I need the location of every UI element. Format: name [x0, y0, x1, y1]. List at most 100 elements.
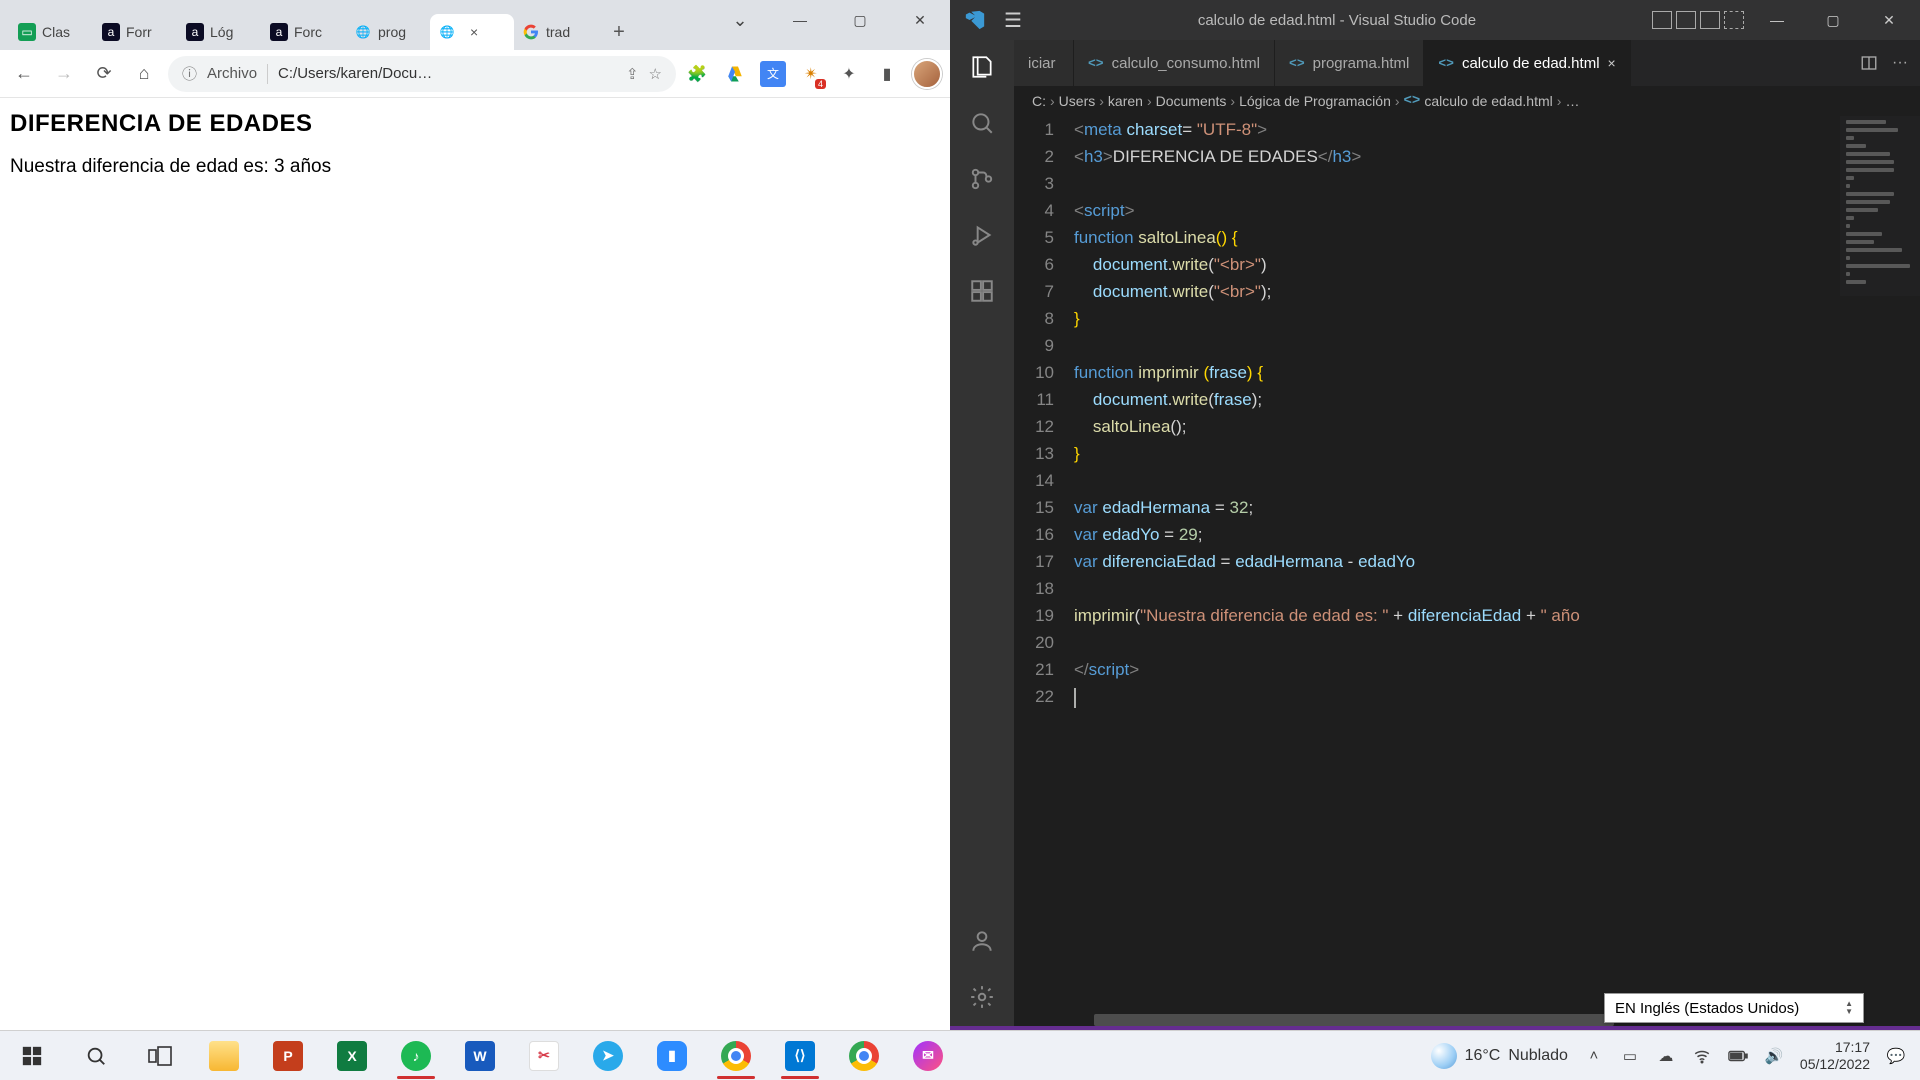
- chrome-tab-3[interactable]: aForc: [262, 14, 346, 50]
- excel-button[interactable]: X: [320, 1031, 384, 1080]
- vscode-button[interactable]: ⟨⟩: [768, 1031, 832, 1080]
- language-bar[interactable]: EN Inglés (Estados Unidos) ▲▼: [1604, 993, 1864, 1023]
- chrome-window: ▭Clas aForr aLóg aForc 🌐prog 🌐× trad + ⌄…: [0, 0, 950, 1030]
- search-button[interactable]: [64, 1031, 128, 1080]
- minimap[interactable]: [1840, 116, 1920, 296]
- layout-icon[interactable]: [1676, 11, 1696, 29]
- vscode-window: ☰ calculo de edad.html - Visual Studio C…: [950, 0, 1920, 1030]
- settings-icon[interactable]: [967, 982, 997, 1012]
- telegram-button[interactable]: ➤: [576, 1031, 640, 1080]
- chrome-tab-1[interactable]: aForr: [94, 14, 178, 50]
- share-icon[interactable]: ⇪: [626, 65, 639, 83]
- volume-icon[interactable]: 🔊: [1764, 1046, 1784, 1066]
- breadcrumb-item[interactable]: Documents: [1156, 93, 1227, 109]
- split-editor-icon[interactable]: [1860, 54, 1878, 72]
- chevron-up-icon[interactable]: ˄: [1584, 1046, 1604, 1066]
- new-tab-button[interactable]: +: [604, 17, 634, 47]
- layout-icons[interactable]: [1652, 11, 1744, 29]
- code-editor[interactable]: 12345678910111213141516171819202122 <met…: [1014, 116, 1920, 1014]
- activity-bar: [950, 40, 1014, 1026]
- meet-now-icon[interactable]: ▭: [1620, 1046, 1640, 1066]
- chrome-alt-button[interactable]: [832, 1031, 896, 1080]
- chevron-right-icon: ›: [1557, 93, 1562, 109]
- reload-button[interactable]: ⟳: [88, 58, 120, 90]
- layout-icon[interactable]: [1700, 11, 1720, 29]
- breadcrumb-item[interactable]: …: [1565, 93, 1579, 109]
- editor-tab-0[interactable]: iciar: [1014, 40, 1074, 86]
- chrome-tab-4[interactable]: 🌐prog: [346, 14, 430, 50]
- breadcrumb[interactable]: C:› Users› karen› Documents› Lógica de P…: [1014, 86, 1920, 116]
- sidepanel-icon[interactable]: ▮: [874, 61, 900, 87]
- run-debug-icon[interactable]: [967, 220, 997, 250]
- breadcrumb-item[interactable]: calculo de edad.html: [1424, 93, 1552, 109]
- battery-icon[interactable]: [1728, 1046, 1748, 1066]
- page-body: Nuestra diferencia de edad es: 3 años: [10, 156, 940, 178]
- breadcrumb-item[interactable]: C:: [1032, 93, 1046, 109]
- chrome-button[interactable]: [704, 1031, 768, 1080]
- editor-tab-3[interactable]: <>calculo de edad.html×: [1424, 40, 1630, 86]
- back-button[interactable]: ←: [8, 58, 40, 90]
- start-button[interactable]: [0, 1031, 64, 1080]
- breadcrumb-item[interactable]: Users: [1059, 93, 1096, 109]
- url-field[interactable]: ⓘ Archivo C:/Users/karen/Docu… ⇪ ☆: [168, 56, 676, 92]
- notifications-icon[interactable]: 💬: [1886, 1046, 1906, 1066]
- snip-button[interactable]: ✂: [512, 1031, 576, 1080]
- tab-label: calculo_consumo.html: [1112, 55, 1260, 72]
- chrome-titlebar: ▭Clas aForr aLóg aForc 🌐prog 🌐× trad + ⌄…: [0, 0, 950, 50]
- url-prefix: Archivo: [207, 65, 257, 82]
- drive-icon[interactable]: [722, 61, 748, 87]
- extensions-icon[interactable]: [967, 276, 997, 306]
- spotify-button[interactable]: ♪: [384, 1031, 448, 1080]
- explorer-icon[interactable]: [967, 52, 997, 82]
- maximize-button[interactable]: ▢: [830, 0, 890, 40]
- maximize-button[interactable]: ▢: [1810, 0, 1856, 40]
- layout-icon[interactable]: [1652, 11, 1672, 29]
- messenger-button[interactable]: ✉: [896, 1031, 960, 1080]
- star-icon[interactable]: ☆: [649, 65, 662, 83]
- word-button[interactable]: W: [448, 1031, 512, 1080]
- home-button[interactable]: ⌂: [128, 58, 160, 90]
- close-icon[interactable]: ×: [1608, 55, 1616, 71]
- chevron-down-icon[interactable]: ⌄: [710, 0, 770, 40]
- search-icon[interactable]: [967, 108, 997, 138]
- clock[interactable]: 17:17 05/12/2022: [1800, 1039, 1870, 1073]
- extensions-icon[interactable]: ✦: [836, 61, 862, 87]
- minimize-button[interactable]: —: [770, 0, 830, 40]
- scrollbar-thumb[interactable]: [1094, 1014, 1614, 1026]
- extension-badge-icon[interactable]: ✴4: [798, 61, 824, 87]
- editor-tab-1[interactable]: <>calculo_consumo.html: [1074, 40, 1275, 86]
- wifi-icon[interactable]: [1692, 1046, 1712, 1066]
- layout-icon[interactable]: [1724, 11, 1744, 29]
- file-explorer-button[interactable]: [192, 1031, 256, 1080]
- task-view-button[interactable]: [128, 1031, 192, 1080]
- editor-tab-2[interactable]: <>programa.html: [1275, 40, 1424, 86]
- menu-icon[interactable]: ☰: [1004, 8, 1022, 33]
- profile-avatar[interactable]: [912, 59, 942, 89]
- chrome-tab-2[interactable]: aLóg: [178, 14, 262, 50]
- close-button[interactable]: ✕: [890, 0, 950, 40]
- breadcrumb-item[interactable]: karen: [1108, 93, 1143, 109]
- chrome-tab-0[interactable]: ▭Clas: [10, 14, 94, 50]
- zoom-button[interactable]: ▮: [640, 1031, 704, 1080]
- source-control-icon[interactable]: [967, 164, 997, 194]
- close-icon[interactable]: ×: [470, 24, 478, 40]
- info-icon[interactable]: ⓘ: [182, 63, 197, 84]
- account-icon[interactable]: [967, 926, 997, 956]
- chrome-tab-6[interactable]: trad: [514, 14, 598, 50]
- line-numbers: 12345678910111213141516171819202122: [1014, 116, 1074, 1014]
- extension-icon[interactable]: 🧩: [684, 61, 710, 87]
- chevron-right-icon: ›: [1147, 93, 1152, 109]
- close-button[interactable]: ✕: [1866, 0, 1912, 40]
- code-content[interactable]: <meta charset= "UTF-8"><h3>DIFERENCIA DE…: [1074, 116, 1920, 1014]
- chrome-tab-5[interactable]: 🌐×: [430, 14, 514, 50]
- minimize-button[interactable]: —: [1754, 0, 1800, 40]
- more-icon[interactable]: ···: [1892, 54, 1908, 72]
- onedrive-icon[interactable]: ☁: [1656, 1046, 1676, 1066]
- tab-label: Forc: [294, 24, 322, 40]
- spinner-arrows-icon[interactable]: ▲▼: [1845, 1000, 1853, 1016]
- weather-widget[interactable]: 16°C Nublado: [1431, 1043, 1568, 1069]
- translate-icon[interactable]: 文: [760, 61, 786, 87]
- powerpoint-button[interactable]: P: [256, 1031, 320, 1080]
- breadcrumb-item[interactable]: Lógica de Programación: [1239, 93, 1391, 109]
- forward-button[interactable]: →: [48, 58, 80, 90]
